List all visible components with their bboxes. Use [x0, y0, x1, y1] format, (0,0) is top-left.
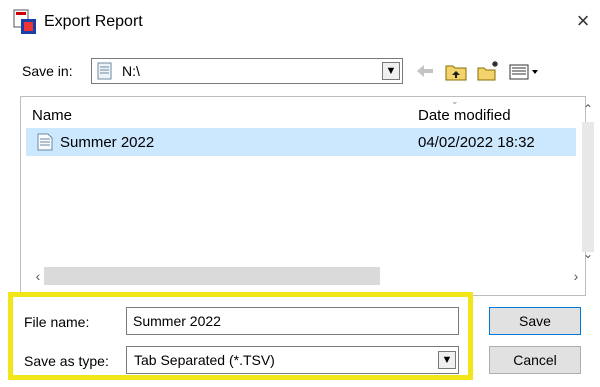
- file-name-input[interactable]: [126, 307, 459, 335]
- back-icon[interactable]: [413, 58, 437, 84]
- export-report-app-icon: [13, 9, 37, 35]
- save-as-type-select[interactable]: Tab Separated (*.TSV) ▼: [126, 346, 459, 374]
- save-as-type-label: Save as type:: [24, 353, 109, 369]
- file-date-cell: 04/02/2022 18:32: [418, 134, 535, 151]
- close-button[interactable]: ×: [571, 9, 595, 33]
- save-button[interactable]: Save: [489, 307, 581, 335]
- sort-indicator-icon: ⌄: [451, 96, 459, 106]
- save-in-combo[interactable]: N:\ ▼: [91, 58, 403, 84]
- new-folder-icon[interactable]: [475, 58, 501, 84]
- scroll-down-icon[interactable]: ⌄: [579, 245, 597, 263]
- save-as-type-dropdown-icon[interactable]: ▼: [438, 351, 456, 369]
- vertical-scroll-thumb[interactable]: [582, 122, 594, 252]
- vertical-scrollbar[interactable]: ⌃ ⌄: [579, 100, 597, 276]
- column-header-name[interactable]: Name: [32, 107, 72, 124]
- horizontal-scrollbar[interactable]: ‹ ›: [30, 266, 590, 288]
- save-in-value: N:\: [122, 63, 140, 79]
- save-in-dropdown-icon[interactable]: ▼: [382, 62, 400, 80]
- horizontal-scroll-thumb[interactable]: [44, 267, 380, 285]
- up-folder-icon[interactable]: [443, 58, 469, 84]
- network-drive-icon: [96, 62, 114, 81]
- save-in-label: Save in:: [22, 63, 73, 79]
- dialog-title: Export Report: [44, 13, 143, 30]
- file-name-label: File name:: [24, 314, 90, 330]
- scroll-up-icon[interactable]: ⌃: [579, 100, 597, 118]
- scroll-right-icon[interactable]: ›: [568, 266, 584, 286]
- cancel-button[interactable]: Cancel: [489, 346, 581, 374]
- view-menu-icon[interactable]: [506, 58, 544, 84]
- file-name-cell[interactable]: Summer 2022: [60, 134, 154, 151]
- save-as-type-value: Tab Separated (*.TSV): [134, 352, 275, 368]
- column-header-date-modified[interactable]: Date modified: [418, 107, 511, 124]
- document-icon: [35, 132, 55, 152]
